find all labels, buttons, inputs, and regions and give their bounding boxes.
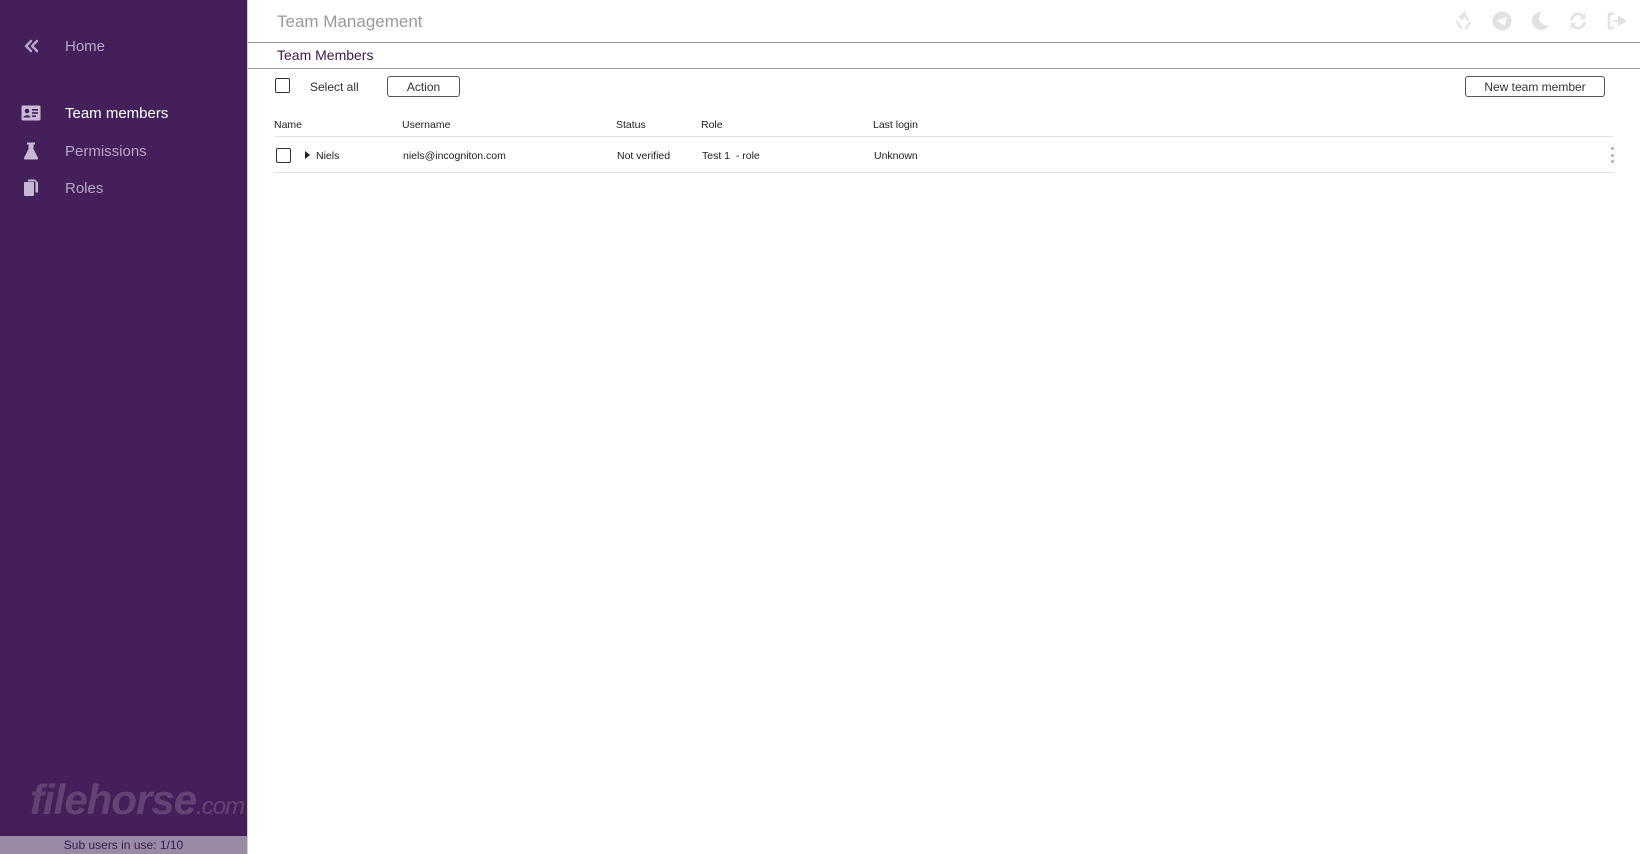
column-header-role[interactable]: Role: [701, 119, 723, 131]
sub-users-footer: Sub users in use: 1/10: [0, 836, 247, 854]
select-all-label[interactable]: Select all: [310, 80, 359, 94]
column-header-last-login[interactable]: Last login: [873, 119, 918, 131]
row-menu-icon[interactable]: [1608, 147, 1616, 163]
sidebar-item-roles[interactable]: Roles: [0, 170, 247, 206]
column-header-name[interactable]: Name: [274, 119, 302, 131]
sidebar: Home Team members Permissions Roles file…: [0, 0, 247, 854]
refresh-icon[interactable]: [1567, 10, 1589, 32]
row-checkbox[interactable]: [276, 148, 291, 163]
sidebar-item-home[interactable]: Home: [0, 28, 247, 64]
app-window: Home Team members Permissions Roles file…: [0, 0, 1640, 854]
section-header: Team Members: [248, 44, 1640, 69]
flask-icon: [20, 140, 42, 162]
sidebar-item-team-members[interactable]: Team members: [0, 95, 247, 131]
column-header-status[interactable]: Status: [616, 119, 646, 131]
logout-icon[interactable]: [1605, 10, 1627, 32]
sidebar-item-label: Home: [65, 37, 106, 55]
cell-role: Test 1 - role: [702, 150, 760, 162]
new-team-member-button[interactable]: New team member: [1465, 76, 1605, 97]
expand-row-icon[interactable]: [305, 151, 310, 159]
documents-icon: [20, 177, 42, 199]
table-row[interactable]: Niels niels@incogniton.com Not verified …: [274, 137, 1614, 173]
cell-username: niels@incogniton.com: [403, 150, 506, 162]
column-header-username[interactable]: Username: [402, 119, 450, 131]
section-title: Team Members: [277, 47, 374, 63]
send-icon[interactable]: [1491, 10, 1513, 32]
page-title: Team Management: [277, 12, 423, 31]
top-icon-group: [1453, 10, 1627, 32]
sidebar-item-label: Permissions: [65, 142, 147, 160]
id-card-icon: [20, 102, 42, 124]
cell-status: Not verified: [617, 150, 671, 162]
main-content: Team Management Team Members Select all …: [247, 0, 1640, 854]
sidebar-item-permissions[interactable]: Permissions: [0, 133, 247, 169]
sidebar-item-label: Roles: [65, 179, 104, 197]
moon-icon[interactable]: [1529, 10, 1551, 32]
select-all-checkbox[interactable]: [275, 78, 290, 93]
watermark-logo: filehorse.com: [30, 776, 245, 823]
recycle-icon[interactable]: [1453, 10, 1475, 32]
action-button[interactable]: Action: [387, 76, 460, 97]
top-bar: Team Management: [248, 0, 1640, 43]
sidebar-item-label: Team members: [65, 104, 169, 122]
cell-last-login: Unknown: [874, 150, 918, 162]
double-chevron-left-icon: [20, 35, 42, 57]
cell-name: Niels: [316, 150, 340, 162]
